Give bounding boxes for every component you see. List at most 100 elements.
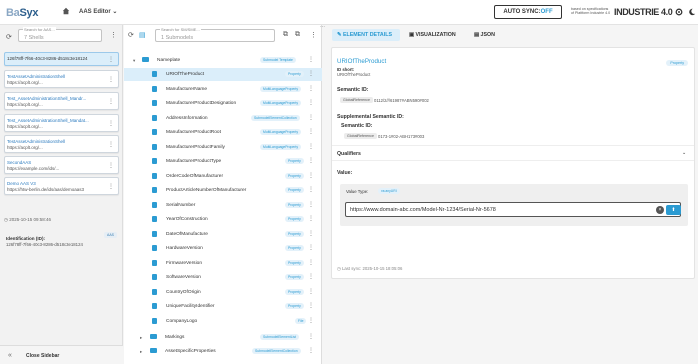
resize-handle-icon[interactable]: ⋯ [320, 24, 325, 30]
tree-row[interactable]: YearOfConstruction Property ⋮ [124, 213, 322, 226]
save-value-button[interactable]: ⬆ [666, 205, 681, 215]
tree-row[interactable]: UniqueFacilityIdentifier Property ⋮ [124, 300, 322, 313]
more-vert-icon[interactable]: ⋮ [308, 143, 314, 150]
clear-icon[interactable]: × [656, 206, 664, 214]
more-vert-icon[interactable]: ⋮ [308, 347, 314, 354]
more-vert-icon[interactable]: ⋮ [108, 76, 114, 83]
value-label: Value: [337, 170, 353, 176]
close-sidebar-label: Close Sidebar [26, 353, 60, 359]
tree-row[interactable]: CompanyLogo File ⋮ [124, 315, 322, 328]
tree-row[interactable]: DateOfManufacture Property ⋮ [124, 228, 322, 241]
copy-icon[interactable]: ⧉ [283, 31, 288, 39]
aas-search-input[interactable]: Search for AAS... 7 Shells [18, 27, 102, 42]
more-vert-icon[interactable]: ⋮ [308, 172, 314, 179]
aas-card[interactable]: TestAssetAdministrationShell https://acp… [4, 70, 119, 88]
aas-card-subtitle: https://htw-berlin.de/ids/aas/demoaas3 [7, 187, 85, 192]
auto-sync-button[interactable]: AUTO SYNC:OFF [494, 5, 562, 19]
more-vert-icon[interactable]: ⋮ [108, 120, 114, 127]
tree-label: ManufacturerProductRoot [166, 130, 221, 135]
tree-label: OrderCodeOfManufacturer [166, 173, 224, 179]
aas-search-value: 7 Shells [24, 35, 44, 41]
more-vert-icon[interactable]: ⋮ [308, 317, 314, 324]
tree-label: SerialNumber [166, 202, 196, 208]
refresh-icon[interactable]: ⟳ [6, 33, 12, 41]
more-vert-icon[interactable]: ⋮ [308, 288, 314, 295]
more-vert-icon[interactable]: ⋮ [108, 56, 114, 63]
tree-row[interactable]: FirmwareVersion Property ⋮ [124, 257, 322, 270]
type-badge: Property [285, 259, 304, 266]
element-details-area: ✎ ELEMENT DETAILS ▣ VISUALIZATION ▤ JSON… [328, 25, 698, 364]
more-vert-icon[interactable]: ⋮ [308, 273, 314, 280]
app-selector[interactable]: AAS Editor ⌄ [79, 8, 117, 15]
expand-toggle-icon[interactable]: ▸ [140, 349, 142, 355]
more-vert-icon[interactable]: ⋮ [308, 186, 314, 193]
auto-sync-state: OFF [540, 9, 553, 15]
expand-toggle-icon[interactable]: ▾ [133, 58, 135, 64]
aas-card[interactable]: 126f78ff-7f66-40c3-8286-d518c3e18124 ⋮ [4, 52, 119, 66]
theme-toggle-icon[interactable] [688, 8, 696, 16]
aas-card[interactable]: Test_AssetAdministrationShell_Mandr... h… [4, 92, 119, 110]
tree-row[interactable]: SoftwareVersion Property ⋮ [124, 271, 322, 284]
gear-icon[interactable] [675, 8, 683, 16]
type-badge: Property [285, 230, 304, 237]
tree-row[interactable]: ManufacturerProductDesignation MultiLangu… [124, 97, 322, 110]
qualifiers-expander[interactable]: Qualifiers ⌄ [332, 145, 694, 161]
element-title: URIOfTheProduct [337, 58, 387, 65]
more-vert-icon[interactable]: ⋮ [308, 99, 314, 106]
expand-toggle-icon[interactable]: ▸ [140, 335, 142, 341]
tab-visualization[interactable]: ▣ VISUALIZATION [404, 29, 466, 41]
type-badge: Property [285, 288, 304, 295]
more-vert-icon[interactable]: ⋮ [110, 31, 117, 39]
close-sidebar-button[interactable]: « Close Sidebar [0, 345, 123, 364]
tree-row[interactable]: ManufacturerProductFamily MultiLanguagePr… [124, 141, 322, 154]
more-vert-icon[interactable]: ⋮ [108, 183, 114, 190]
paste-icon[interactable]: ⧉ [295, 31, 300, 39]
last-sync-text: Last sync: 2025-10-15 18:05:06 [341, 266, 403, 271]
aas-card[interactable]: TestAssetAdministrationShell https://acp… [4, 135, 119, 153]
home-icon[interactable] [62, 7, 70, 15]
more-vert-icon[interactable]: ⋮ [310, 31, 317, 39]
tree-row[interactable]: URIOfTheProduct Property ⋮ [124, 68, 322, 81]
type-badge: File [295, 317, 307, 324]
tree-row[interactable]: ManufacturerName MultiLanguageProperty ⋮ [124, 83, 322, 96]
tree-row-nameplate[interactable]: ▾ Nameplate Submodel Template ⋮ [124, 54, 322, 67]
more-vert-icon[interactable]: ⋮ [308, 56, 314, 63]
tab-json[interactable]: ▤ JSON [469, 29, 503, 41]
value-input[interactable]: https://www.domain-abc.com/Model-Nr-1234… [345, 202, 681, 217]
more-vert-icon[interactable]: ⋮ [308, 333, 314, 340]
refresh-icon[interactable]: ⟳ [128, 31, 134, 39]
more-vert-icon[interactable]: ⋮ [108, 98, 114, 105]
more-vert-icon[interactable]: ⋮ [308, 244, 314, 251]
tree-row[interactable]: HardwareVersion Property ⋮ [124, 242, 322, 255]
tree-label: Nameplate [157, 58, 181, 63]
more-vert-icon[interactable]: ⋮ [308, 259, 314, 266]
tree-row[interactable]: ProductArticleNumberOfManufacturer Proper… [124, 184, 322, 197]
more-vert-icon[interactable]: ⋮ [108, 162, 114, 169]
tree-row-markings[interactable]: ▸ Markings SubmodelElementList ⋮ [124, 331, 322, 344]
tree-row[interactable]: ManufacturerProductType Property ⋮ [124, 155, 322, 168]
aas-card[interactable]: Demo AAS V3 https://htw-berlin.de/ids/aa… [4, 177, 119, 195]
more-vert-icon[interactable]: ⋮ [308, 157, 314, 164]
tree-row[interactable]: ManufacturerProductRoot MultiLanguageProp… [124, 126, 322, 139]
tree-row[interactable]: OrderCodeOfManufacturer Property ⋮ [124, 170, 322, 183]
tree-row[interactable]: SerialNumber Property ⋮ [124, 199, 322, 212]
more-vert-icon[interactable]: ⋮ [308, 128, 314, 135]
aas-card[interactable]: SecondAAS https://example.com/ids/... ⋮ [4, 156, 119, 174]
more-vert-icon[interactable]: ⋮ [308, 201, 314, 208]
more-vert-icon[interactable]: ⋮ [308, 302, 314, 309]
more-vert-icon[interactable]: ⋮ [308, 85, 314, 92]
tree-row-asset-specific[interactable]: ▸ AssetSpecificProperties SubmodelElemen… [124, 345, 322, 358]
more-vert-icon[interactable]: ⋮ [308, 114, 314, 121]
clock-icon: ◷ [4, 217, 8, 222]
document-icon [152, 317, 157, 324]
tree-row[interactable]: CountryOfOrigin Property ⋮ [124, 286, 322, 299]
more-vert-icon[interactable]: ⋮ [308, 70, 314, 77]
aas-card[interactable]: Test_AssetAdministrationShell_Mandat... … [4, 114, 119, 132]
type-badge: Property [285, 216, 304, 222]
submodel-search-input[interactable]: Search for SM/SME... 1 Submodels [155, 27, 275, 42]
more-vert-icon[interactable]: ⋮ [308, 215, 314, 222]
tab-element-details[interactable]: ✎ ELEMENT DETAILS [332, 29, 400, 41]
tree-row[interactable]: AddressInformation SubmodelElementCollect… [124, 112, 322, 125]
more-vert-icon[interactable]: ⋮ [308, 230, 314, 237]
more-vert-icon[interactable]: ⋮ [108, 141, 114, 148]
